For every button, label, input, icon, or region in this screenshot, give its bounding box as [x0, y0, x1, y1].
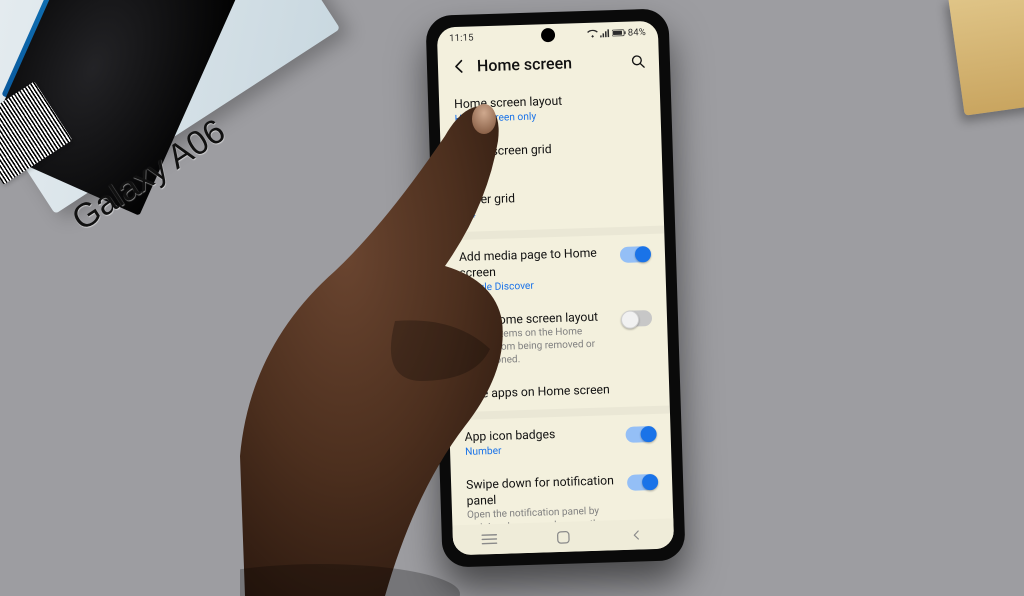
search-icon — [630, 53, 646, 69]
status-indicators: 84% — [587, 27, 647, 40]
navigation-bar — [452, 518, 674, 555]
chevron-left-icon — [451, 58, 469, 76]
home-icon — [556, 529, 571, 544]
row-label: Swipe down for notification panel — [466, 472, 618, 509]
row-description: Prevent items on the Home screen from be… — [461, 325, 613, 368]
toggle-swipe-down[interactable] — [627, 474, 657, 491]
row-lock-layout[interactable]: Lock Home screen layout Prevent items on… — [445, 298, 668, 378]
search-button[interactable] — [630, 53, 646, 69]
row-folder-grid[interactable]: Folder grid 3X4 — [442, 177, 664, 232]
toggle-app-icon-badges[interactable] — [625, 425, 655, 442]
settings-list: Home screen layout Home screen only Home… — [439, 81, 675, 556]
nav-home[interactable] — [552, 526, 575, 549]
row-app-icon-badges[interactable]: App icon badges Number — [449, 414, 671, 469]
phone-screen: 11:15 84% Home screen Home screen layout — [437, 21, 674, 556]
nav-back[interactable] — [626, 523, 649, 546]
row-label: Hide apps on Home screen — [463, 380, 654, 402]
toggle-lock-layout[interactable] — [622, 310, 652, 327]
row-home-screen-layout[interactable]: Home screen layout Home screen only — [439, 81, 661, 136]
row-label: Add media page to Home screen — [459, 244, 611, 281]
battery-icon — [612, 29, 626, 37]
back-icon — [631, 528, 643, 541]
wifi-icon — [587, 30, 598, 38]
phone-frame: 11:15 84% Home screen Home screen layout — [425, 8, 685, 567]
page-title: Home screen — [477, 52, 622, 76]
status-battery: 84% — [628, 27, 647, 39]
row-add-media-page[interactable]: Add media page to Home screen Google Dis… — [443, 234, 666, 305]
status-time: 11:15 — [449, 32, 474, 44]
recents-icon — [481, 533, 498, 546]
back-button[interactable] — [451, 58, 469, 76]
row-home-screen-grid[interactable]: Home screen grid 5X6 — [440, 129, 662, 184]
nav-recents[interactable] — [478, 528, 501, 551]
signal-icon — [600, 29, 610, 37]
wood-stand — [948, 0, 1024, 116]
toggle-add-media-page[interactable] — [620, 246, 650, 263]
